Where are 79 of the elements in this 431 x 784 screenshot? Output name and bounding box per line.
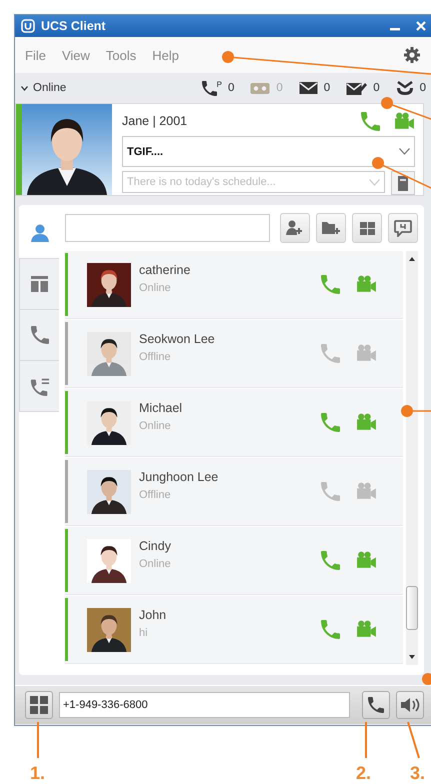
callout-marker (381, 97, 431, 120)
video-camera-icon[interactable] (356, 274, 377, 295)
grid-icon (360, 222, 374, 234)
speaker-icon (400, 697, 420, 713)
contact-status: Offline (139, 489, 172, 501)
counter-value: 0 (324, 82, 330, 94)
add-folder-button[interactable] (316, 213, 346, 243)
contact-row[interactable]: Michael Online (65, 389, 403, 457)
chevron-icon (369, 179, 380, 186)
contact-name: Seokwon Lee (139, 332, 216, 346)
contact-name: Junghoon Lee (139, 470, 220, 484)
callout-marker (401, 405, 431, 417)
add-contact-button[interactable] (280, 213, 310, 243)
callout-marker (372, 157, 431, 189)
video-camera-icon[interactable] (356, 619, 377, 640)
speaker-button[interactable] (396, 691, 424, 719)
side-tab[interactable] (19, 360, 59, 412)
callout-number: 1. (30, 763, 46, 784)
callout-number: 3. (410, 763, 426, 784)
leader-line (37, 722, 39, 758)
contact-status: Offline (139, 351, 172, 363)
caret-icon[interactable] (21, 86, 28, 90)
phone-icon (368, 697, 384, 713)
layout-icon (31, 276, 48, 292)
person-icon (30, 223, 50, 243)
chat-button[interactable] (388, 213, 418, 243)
side-tab[interactable] (19, 309, 59, 361)
counter-value: 0 (228, 82, 234, 94)
phone-number-field[interactable]: +1-949-336-6800 (59, 692, 350, 718)
tray-icon[interactable] (396, 80, 414, 96)
phone-icon (30, 326, 48, 344)
dialpad-icon (30, 696, 48, 714)
device-icon (398, 176, 408, 190)
settings-icon[interactable] (404, 47, 420, 63)
video-camera-icon[interactable] (356, 412, 377, 433)
side-tab[interactable] (19, 258, 59, 310)
contact-status: Online (139, 558, 172, 570)
contact-row[interactable]: John hi (65, 596, 403, 664)
search-field[interactable] (65, 214, 270, 242)
close-icon[interactable] (416, 21, 426, 31)
grid-view-button[interactable] (352, 213, 382, 243)
phone-icon[interactable] (202, 80, 217, 96)
contact-name: Michael (139, 401, 184, 415)
counter-value: 0 (373, 82, 380, 94)
missed-call-icon[interactable]: P (202, 80, 222, 96)
call-button[interactable] (362, 691, 390, 719)
call-log-icon (30, 376, 50, 396)
status-message-dropdown[interactable]: TGIF.... (122, 136, 415, 167)
presence-label[interactable]: Online (33, 82, 66, 94)
contact-name: Cindy (139, 539, 172, 553)
contact-status: Online (139, 282, 172, 294)
contact-status: hi (139, 627, 149, 639)
leader-line (407, 722, 420, 758)
calendar-button[interactable] (391, 171, 415, 195)
leader-line (365, 722, 367, 758)
contact-status: Online (139, 420, 172, 432)
video-camera-icon[interactable] (356, 550, 377, 571)
counter-value: 0 (420, 82, 426, 94)
contact-name: catherine (139, 263, 192, 277)
dialpad-button[interactable] (25, 691, 53, 719)
contact-row[interactable]: catherine Online (65, 251, 403, 319)
schedule-field[interactable]: There is no today's schedule... (122, 171, 385, 193)
chevron-icon (399, 148, 410, 155)
missed-call-mark: P (216, 80, 222, 88)
envelope-icon[interactable] (298, 81, 318, 95)
contact-name: John (139, 608, 168, 622)
user-name: Jane | 2001 (122, 114, 188, 128)
video-camera-icon[interactable] (394, 110, 415, 132)
contact-row[interactable]: Cindy Online (65, 527, 403, 595)
counter-value: 0 (276, 82, 283, 94)
callout-number: 2. (356, 763, 372, 784)
window-title: UCS Client (41, 19, 107, 33)
callout-marker (422, 673, 431, 685)
scroll-bar[interactable] (406, 251, 418, 665)
app-logo-icon (21, 19, 35, 33)
add-folder-icon (322, 220, 340, 236)
envelope-pen-icon[interactable] (346, 80, 368, 96)
speech-bubble-icon (394, 220, 412, 236)
add-person-icon (286, 220, 304, 236)
